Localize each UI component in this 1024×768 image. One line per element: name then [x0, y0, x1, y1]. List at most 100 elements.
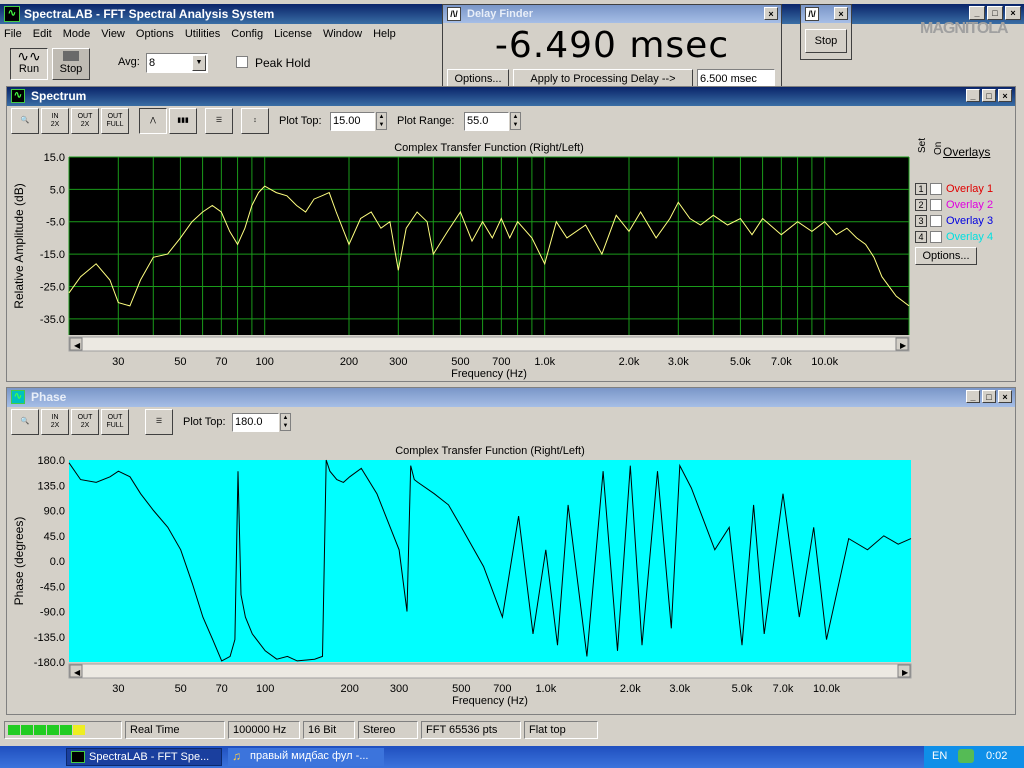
delay-finder-titlebar: /\/ Delay Finder × [443, 5, 781, 23]
restore-button[interactable]: □ [982, 89, 996, 102]
overlay-checkbox[interactable] [930, 231, 942, 243]
x-tick-label: 1.0k [535, 683, 556, 695]
zoom-out-2x-icon[interactable]: OUT 2X [71, 409, 99, 435]
close-button[interactable]: × [834, 7, 848, 20]
phase-plot-top-input[interactable]: 180.0 [232, 413, 279, 432]
plot-range-spinner[interactable]: ▲ ▼ [510, 112, 521, 130]
menu-item[interactable]: View [101, 28, 125, 40]
spectralab-icon [71, 751, 85, 763]
menu-item[interactable]: Options [136, 28, 174, 40]
plot-range-input[interactable]: 55.0 [464, 112, 509, 131]
chart-title: Complex Transfer Function (Right/Left) [395, 445, 585, 457]
scale-icon[interactable]: ↕ [241, 108, 269, 134]
stop-window-titlebar: /\/ × [801, 5, 851, 23]
menu-item[interactable]: File [4, 28, 22, 40]
menu-item[interactable]: Help [373, 28, 396, 40]
stop-label: Stop [59, 63, 83, 75]
x-tick-label: 10.0k [813, 683, 840, 695]
wave-icon: ∿∿ [17, 48, 41, 64]
x-tick-label: 5.0k [730, 356, 751, 368]
phase-plot-top-spinner[interactable]: ▲ ▼ [280, 413, 291, 431]
avg-select[interactable]: 8 ▼ [146, 53, 208, 73]
plot-area [69, 157, 909, 335]
overlays-header: Overlays [943, 145, 991, 159]
menu-item[interactable]: Utilities [185, 28, 220, 40]
zoom-out-full-icon[interactable]: OUT FULL [101, 409, 129, 435]
overlay-set-button[interactable]: 3 [915, 215, 927, 227]
x-tick-label: 50 [175, 683, 187, 695]
scroll-left-icon: ◀ [74, 668, 81, 677]
x-tick-label: 100 [256, 356, 274, 368]
language-indicator[interactable]: EN [932, 750, 947, 762]
phase-title: Phase [31, 390, 67, 404]
peak-hold-label: Peak Hold [255, 56, 311, 70]
line-plot-icon[interactable]: ⋀ [139, 108, 167, 134]
close-button[interactable]: × [1005, 6, 1021, 20]
zoom-icon[interactable]: 🔍 [11, 409, 39, 435]
overlay-row: 1 Overlay 1 [915, 181, 1013, 197]
overlays-set-header: Set [917, 137, 928, 153]
plot-top-input[interactable]: 15.00 [330, 112, 375, 131]
scroll-right-icon: ▶ [902, 668, 909, 677]
x-tick-label: 3.0k [669, 683, 690, 695]
run-button[interactable]: ∿∿ Run [10, 48, 48, 80]
settings-panel-icon[interactable]: ☰ [145, 409, 173, 435]
overlay-set-button[interactable]: 4 [915, 231, 927, 243]
status-mode: Real Time [125, 721, 225, 739]
x-tick-label: 50 [174, 356, 186, 368]
overlay-label: Overlay 4 [946, 231, 994, 243]
overlay-checkbox[interactable] [930, 215, 942, 227]
spectrum-chart: Complex Transfer Function (Right/Left) 15… [12, 142, 910, 380]
y-axis-label: Relative Amplitude (dB) [12, 183, 26, 308]
close-button[interactable]: × [764, 7, 778, 20]
overlay-set-button[interactable]: 2 [915, 199, 927, 211]
menu-item[interactable]: Edit [33, 28, 52, 40]
taskbar-item-spectralab[interactable]: SpectraLAB - FFT Spe... [66, 748, 222, 766]
menu-item[interactable]: Mode [63, 28, 91, 40]
x-tick-label: 200 [340, 683, 358, 695]
menu-item[interactable]: Config [231, 28, 263, 40]
x-tick-label: 5.0k [732, 683, 753, 695]
zoom-out-full-icon[interactable]: OUT FULL [101, 108, 129, 134]
menu-item[interactable]: License [274, 28, 312, 40]
restore-button[interactable]: □ [982, 390, 996, 403]
zoom-in-2x-icon[interactable]: IN 2X [41, 409, 69, 435]
minimize-button[interactable]: _ [969, 6, 985, 20]
x-tick-label: 500 [452, 683, 470, 695]
maximize-button[interactable]: □ [987, 6, 1003, 20]
app-title: SpectraLAB - FFT Spectral Analysis Syste… [24, 7, 275, 21]
status-bar: Real Time 100000 Hz 16 Bit Stereo FFT 65… [4, 719, 1020, 741]
overlay-checkbox[interactable] [930, 183, 942, 195]
taskbar-item-document[interactable]: ♫ правый мидбас фул -... [228, 748, 384, 766]
zoom-in-2x-icon[interactable]: IN 2X [41, 108, 69, 134]
overlay-checkbox[interactable] [930, 199, 942, 211]
x-tick-label: 700 [492, 356, 510, 368]
x-axis-label: Frequency (Hz) [451, 368, 527, 380]
y-tick-label: -25.0 [40, 281, 65, 293]
zoom-out-2x-icon[interactable]: OUT 2X [71, 108, 99, 134]
stop-button[interactable]: Stop [805, 29, 847, 53]
x-tick-label: 3.0k [668, 356, 689, 368]
overlay-options-button[interactable]: Options... [915, 247, 977, 265]
overlay-row: 4 Overlay 4 [915, 229, 1013, 245]
stop-main-button[interactable]: Stop [52, 48, 90, 80]
tray-app-icon[interactable] [958, 749, 974, 763]
peak-hold-checkbox[interactable] [236, 56, 248, 68]
minimize-button[interactable]: _ [966, 89, 980, 102]
run-label: Run [18, 63, 40, 75]
close-button[interactable]: × [998, 390, 1012, 403]
minimize-button[interactable]: _ [966, 390, 980, 403]
zoom-icon[interactable]: 🔍 [11, 108, 39, 134]
plot-top-spinner[interactable]: ▲ ▼ [376, 112, 387, 130]
plot-range-label: Plot Range: [397, 115, 455, 127]
x-tick-label: 70 [215, 356, 227, 368]
overlay-set-button[interactable]: 1 [915, 183, 927, 195]
settings-panel-icon[interactable]: ☰ [205, 108, 233, 134]
x-tick-label: 300 [389, 356, 407, 368]
dropdown-arrow-icon[interactable]: ▼ [192, 55, 206, 71]
bar-plot-icon[interactable]: ▮▮▮ [169, 108, 197, 134]
close-button[interactable]: × [998, 89, 1012, 102]
menu-item[interactable]: Window [323, 28, 362, 40]
h-scrollbar [68, 336, 910, 352]
y-tick-label: 90.0 [44, 506, 65, 518]
